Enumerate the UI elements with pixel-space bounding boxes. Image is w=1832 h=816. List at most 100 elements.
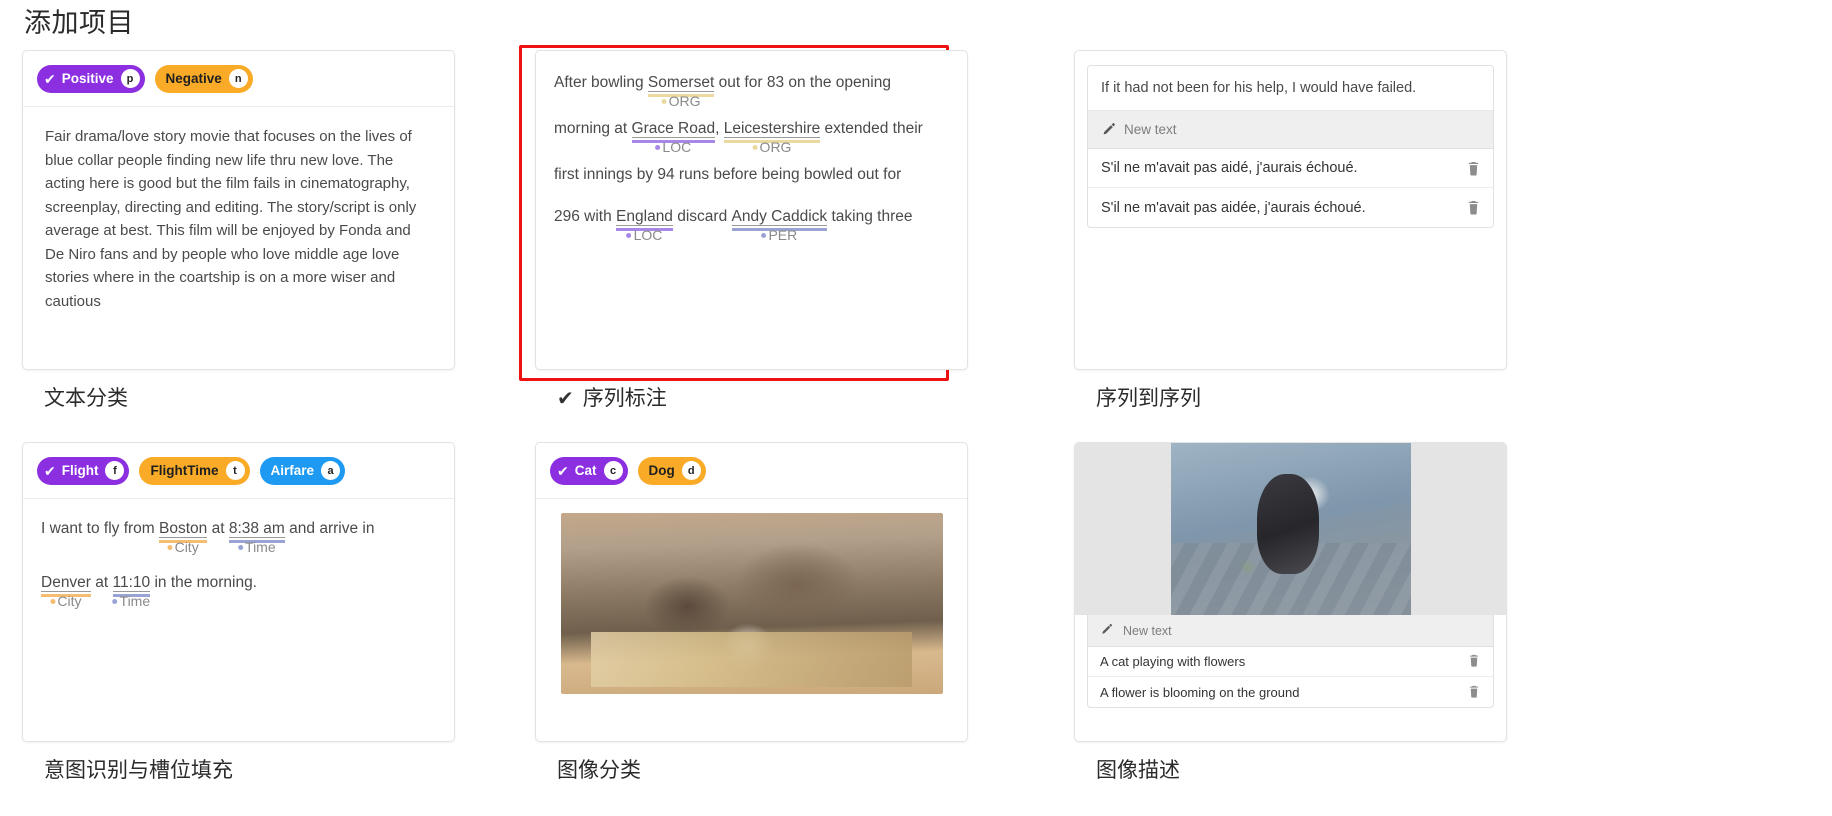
label-chip-negative[interactable]: Negative n <box>154 64 253 93</box>
entity-england[interactable]: England LOC <box>616 207 673 243</box>
trash-icon[interactable] <box>1467 161 1480 176</box>
new-text-input[interactable]: New text <box>1088 111 1493 149</box>
caption-row[interactable]: A flower is blooming on the ground <box>1088 677 1493 707</box>
slot-dot-icon <box>112 599 118 604</box>
entity-text: Andy Caddick <box>731 208 828 226</box>
translation-row[interactable]: S'il ne m'avait pas aidé, j'aurais échou… <box>1088 149 1493 188</box>
plain-token: After bowling <box>554 74 648 91</box>
card-intent-slot-filling[interactable]: ✔ Flight f FlightTime t Airfare a I want… <box>22 442 455 816</box>
plain-token: , <box>715 120 724 137</box>
trash-icon[interactable] <box>1467 200 1480 215</box>
trash-icon[interactable] <box>1468 654 1481 669</box>
image-holder <box>1075 443 1506 615</box>
slot-dot-icon <box>167 545 173 550</box>
annotated-line: 296 with England LOC discard Andy Caddick… <box>554 207 949 243</box>
plain-token: and arrive in <box>284 520 375 537</box>
card-footer: 图像描述 <box>1074 742 1507 806</box>
label-chip-text: Positive <box>61 71 114 86</box>
annotated-text[interactable]: After bowling Somerset ORG out for 83 on … <box>536 51 967 243</box>
label-chip-dog[interactable]: Dog d <box>637 456 706 485</box>
label-chip-text: Negative <box>165 71 222 86</box>
slot-boston[interactable]: Boston City <box>159 519 208 555</box>
slot-dot-icon <box>50 599 56 604</box>
slot-denver[interactable]: Denver City <box>41 573 91 609</box>
caption-row[interactable]: A cat playing with flowers <box>1088 647 1493 677</box>
card-text-classification[interactable]: ✔ Positive p Negative n Fair drama/love … <box>22 50 455 410</box>
check-icon: ✔ <box>44 70 56 87</box>
translation-text: S'il ne m'avait pas aidé, j'aurais échou… <box>1101 160 1358 176</box>
label-chip-text: Dog <box>648 463 675 478</box>
new-text-input[interactable]: New text <box>1088 615 1493 647</box>
entity-leicestershire[interactable]: Leicestershire ORG <box>723 119 821 155</box>
annotated-line: I want to fly from Boston City at 8:38 am… <box>41 519 436 555</box>
new-text-placeholder: New text <box>1124 122 1177 137</box>
entity-grace-road[interactable]: Grace Road LOC <box>631 119 716 155</box>
label-chip-shortcut: c <box>603 461 623 480</box>
slot-tag: Time <box>238 540 276 555</box>
plain-token: extended their <box>820 120 923 137</box>
entity-text: Somerset <box>647 74 715 92</box>
image-holder <box>536 499 967 710</box>
label-chip-shortcut: f <box>105 461 125 480</box>
label-chip-cat[interactable]: ✔ Cat c <box>550 456 628 485</box>
entity-tag: LOC <box>655 140 691 155</box>
check-icon: ✔ <box>557 388 574 410</box>
slot-838am[interactable]: 8:38 am Time <box>228 519 285 555</box>
plain-token: at <box>90 574 113 591</box>
label-chip-shortcut: d <box>681 461 701 480</box>
translation-row[interactable]: S'il ne m'avait pas aidée, j'aurais écho… <box>1088 188 1493 227</box>
caption-text: A cat playing with flowers <box>1100 654 1246 669</box>
label-chip-airfare[interactable]: Airfare a <box>259 456 346 485</box>
card-sequence-labeling[interactable]: After bowling Somerset ORG out for 83 on … <box>519 45 968 410</box>
slot-dot-icon <box>238 545 244 550</box>
card-seq2seq[interactable]: If it had not been for his help, I would… <box>1074 50 1507 410</box>
label-chip-text: Flight <box>61 463 99 478</box>
project-type-grid: ✔ Positive p Negative n Fair drama/love … <box>0 45 1832 816</box>
label-chip-bar: ✔ Positive p Negative n <box>23 51 454 107</box>
annotated-line: first innings by 94 runs before being bo… <box>554 165 949 185</box>
task-name-label: 序列到序列 <box>1096 387 1201 410</box>
label-chip-bar: ✔ Cat c Dog d <box>536 443 967 499</box>
task-name-label: 图像描述 <box>1096 759 1180 782</box>
pencil-icon <box>1101 122 1116 137</box>
annotated-line: Denver City at 11:10 Time in the morning. <box>41 573 436 609</box>
label-chip-text: FlightTime <box>150 463 219 478</box>
entity-dot-icon <box>761 233 767 238</box>
card-footer: 意图识别与槽位填充 <box>22 742 455 806</box>
translation-text: S'il ne m'avait pas aidée, j'aurais écho… <box>1101 199 1366 216</box>
card-body: If it had not been for his help, I would… <box>1074 50 1507 370</box>
slot-text: 8:38 am <box>228 520 285 538</box>
annotated-text[interactable]: I want to fly from Boston City at 8:38 am… <box>23 499 454 609</box>
card-body: ✔ Positive p Negative n Fair drama/love … <box>22 50 455 370</box>
document-text[interactable]: Fair drama/love story movie that focuses… <box>23 107 454 327</box>
entity-tag: LOC <box>626 228 662 243</box>
slot-tag: City <box>167 540 199 555</box>
slot-text: 11:10 <box>112 574 151 592</box>
label-chip-bar: ✔ Flight f FlightTime t Airfare a <box>23 443 454 499</box>
task-name-label: 意图识别与槽位填充 <box>44 759 233 782</box>
entity-dot-icon <box>661 99 667 104</box>
label-chip-positive[interactable]: ✔ Positive p <box>37 64 145 93</box>
source-sentence[interactable]: If it had not been for his help, I would… <box>1088 66 1493 111</box>
card-image-captioning[interactable]: New text A cat playing with flowers A fl… <box>1074 442 1507 816</box>
pencil-icon <box>1100 623 1115 638</box>
entity-somerset[interactable]: Somerset ORG <box>647 73 715 109</box>
entity-text: England <box>616 208 673 226</box>
check-icon: ✔ <box>44 462 56 479</box>
card-image-classification[interactable]: ✔ Cat c Dog d 图像分类 <box>535 442 968 816</box>
entity-text: Leicestershire <box>723 120 821 138</box>
label-chip-shortcut: p <box>120 69 140 88</box>
slot-1110[interactable]: 11:10 Time <box>112 573 151 609</box>
plain-token: morning at <box>554 120 632 137</box>
label-chip-flighttime[interactable]: FlightTime t <box>139 456 250 485</box>
slot-tag: Time <box>112 594 150 609</box>
label-chip-flight[interactable]: ✔ Flight f <box>37 456 130 485</box>
label-chip-shortcut: n <box>228 69 248 88</box>
slot-text: Boston <box>159 520 208 538</box>
card-body: ✔ Cat c Dog d <box>535 442 968 742</box>
trash-icon[interactable] <box>1468 685 1481 700</box>
entity-tag: PER <box>761 228 797 243</box>
card-body: New text A cat playing with flowers A fl… <box>1074 442 1507 742</box>
entity-andy-caddick[interactable]: Andy Caddick PER <box>731 207 828 243</box>
entity-tag: ORG <box>752 140 791 155</box>
